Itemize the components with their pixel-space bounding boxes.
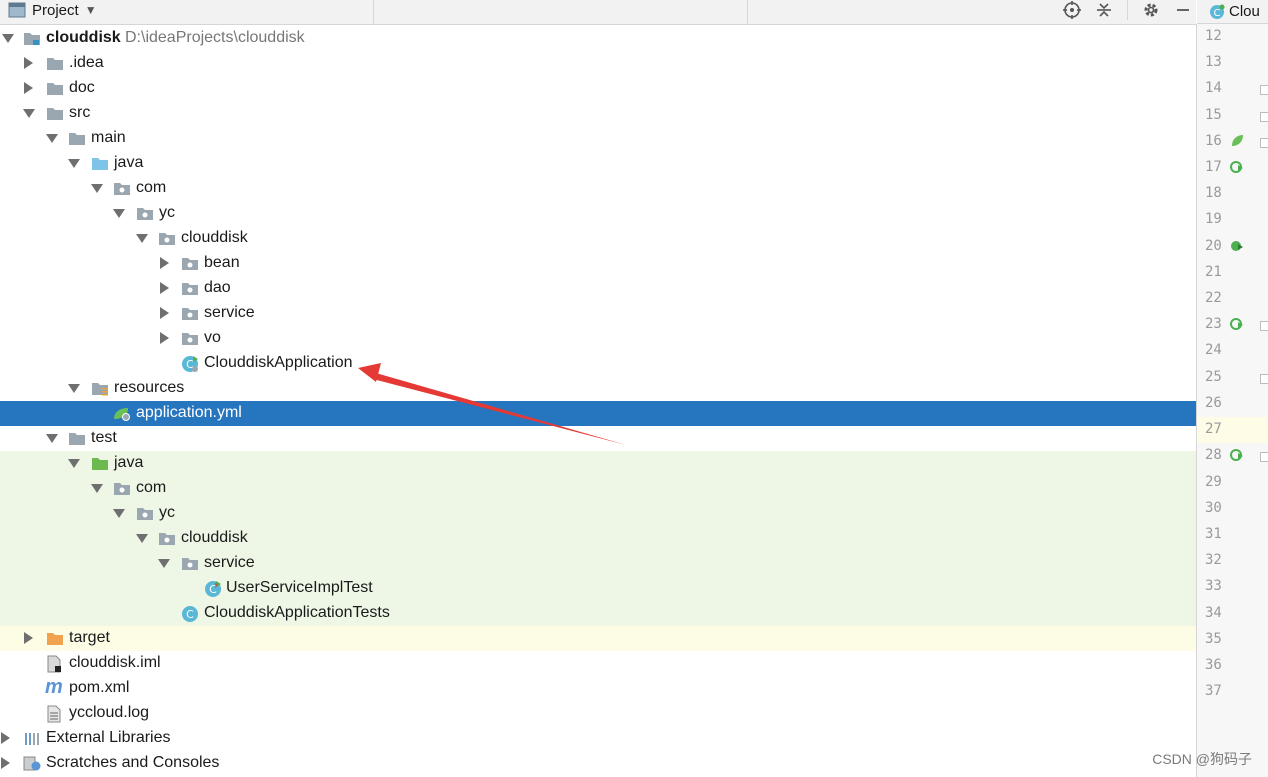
watermark: CSDN @狗码子 bbox=[1152, 751, 1252, 767]
line-number: 29 bbox=[1205, 474, 1222, 490]
line-number: 19 bbox=[1205, 211, 1222, 227]
line-number: 12 bbox=[1205, 28, 1222, 44]
line-number: 16 bbox=[1197, 129, 1268, 155]
line-number: 34 bbox=[1205, 605, 1222, 621]
line-number: 15 bbox=[1197, 103, 1268, 129]
fold-marker[interactable] bbox=[1260, 374, 1268, 384]
fold-marker[interactable] bbox=[1260, 138, 1268, 148]
line-number: 24 bbox=[1205, 342, 1222, 358]
editor-gutter: 12 13 14 15 16 17 18 19 20 21 22 23 24 2… bbox=[1196, 24, 1268, 777]
editor-tab-label: Clou bbox=[1229, 3, 1260, 20]
editor-tab[interactable]: C Clou bbox=[1197, 0, 1268, 24]
line-number: 22 bbox=[1205, 290, 1222, 306]
fold-marker[interactable] bbox=[1260, 85, 1268, 95]
line-number: 14 bbox=[1197, 76, 1268, 102]
line-number: 30 bbox=[1205, 500, 1222, 516]
line-number: 35 bbox=[1205, 631, 1222, 647]
fold-marker[interactable] bbox=[1260, 112, 1268, 122]
run-gutter-icon[interactable] bbox=[1230, 239, 1244, 253]
line-number: 31 bbox=[1205, 526, 1222, 542]
run-gutter-icon[interactable] bbox=[1230, 317, 1244, 331]
line-number: 33 bbox=[1205, 578, 1222, 594]
spring-class-icon: C bbox=[1210, 4, 1225, 19]
line-number: 28 bbox=[1197, 443, 1268, 469]
line-number: 23 bbox=[1197, 312, 1268, 338]
spring-bean-icon[interactable] bbox=[1230, 134, 1244, 148]
line-number: 37 bbox=[1205, 683, 1222, 699]
line-number: 36 bbox=[1205, 657, 1222, 673]
line-number: 18 bbox=[1205, 185, 1222, 201]
annotation-arrow bbox=[358, 363, 626, 445]
line-number: 25 bbox=[1197, 365, 1268, 391]
line-number: 17 bbox=[1197, 155, 1268, 181]
fold-marker[interactable] bbox=[1260, 452, 1268, 462]
current-line-number: 27 bbox=[1197, 417, 1268, 443]
line-number: 13 bbox=[1205, 54, 1222, 70]
line-number: 32 bbox=[1205, 552, 1222, 568]
fold-marker[interactable] bbox=[1260, 321, 1268, 331]
line-number: 21 bbox=[1205, 264, 1222, 280]
run-gutter-icon[interactable] bbox=[1230, 448, 1244, 462]
run-gutter-icon[interactable] bbox=[1230, 160, 1244, 174]
line-number: 26 bbox=[1205, 395, 1222, 411]
line-number: 20 bbox=[1197, 234, 1268, 260]
svg-text:C: C bbox=[1214, 8, 1221, 19]
